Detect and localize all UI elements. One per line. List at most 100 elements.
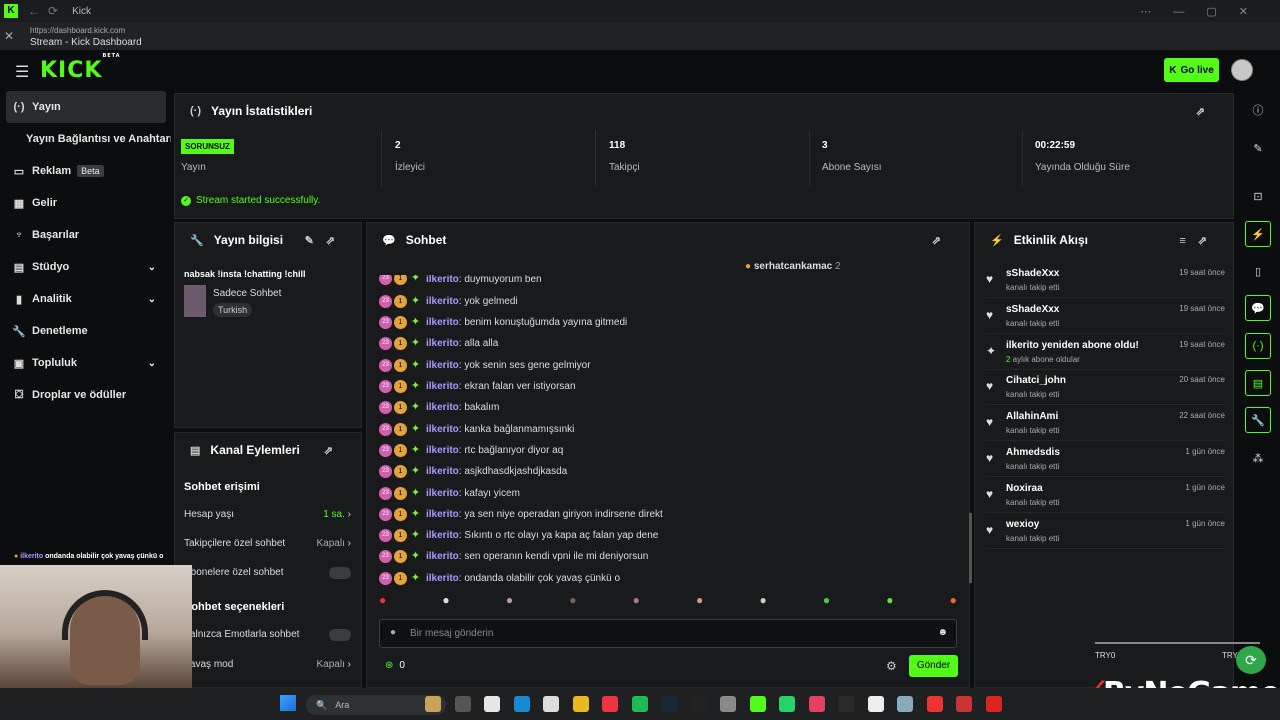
info-icon[interactable]: ⓘ [1245,97,1271,123]
app-icon[interactable] [484,696,500,712]
edit-icon[interactable]: ✎⇗ [305,234,347,247]
store-icon[interactable] [543,696,559,712]
broadcast-icon[interactable]: (·) [1245,333,1271,359]
chat-username[interactable]: ilkerito [426,275,459,285]
subscribers-chat-toggle[interactable] [329,567,351,579]
emote-icon[interactable]: ● [950,593,957,613]
emote-icon[interactable]: ● [569,593,576,613]
emote-icon[interactable]: ● [442,593,449,613]
chat-message[interactable]: 23 1 ✦ ilkerito: sen operanın kendi vpni il… [379,547,648,567]
avatar[interactable] [1231,59,1253,81]
chat-username[interactable]: ilkerito [426,338,459,349]
sidebar-item-basarilar[interactable]: ♆ Başarılar [6,219,166,251]
channel-points[interactable]: ⊛ 0 [385,660,405,671]
chat-username[interactable]: ilkerito [426,381,459,392]
obs-icon[interactable] [720,696,736,712]
chat-username[interactable]: ilkerito [426,317,459,328]
opera-icon[interactable] [985,696,1002,712]
chat-message[interactable]: 23 1 ✦ ilkerito: Sıkıntı o rtc olayı ya kap… [379,526,658,546]
windows-start-icon[interactable] [280,695,296,711]
capture-icon[interactable]: ⊡ [1245,183,1271,209]
followers-chat-value[interactable]: Kapalı › [317,538,351,549]
edge-icon[interactable] [513,696,530,712]
chat-username[interactable]: ilkerito [426,360,459,371]
spotify-icon[interactable] [631,696,648,712]
emoji-icon[interactable]: ☻ [937,627,948,638]
chat-scrollbar[interactable] [969,513,972,583]
kick-icon[interactable] [749,696,766,712]
chat-message[interactable]: 23 1 ✦ ilkerito: ekran falan ver istiyorsan [379,377,576,397]
event-user[interactable]: Ahmedsdis [1006,447,1060,458]
send-button[interactable]: Gönder [909,655,958,677]
steam-icon[interactable] [661,696,677,712]
emote-icon[interactable]: ● [759,593,766,613]
emote-icon[interactable]: ● [633,593,640,613]
emote-icon[interactable]: ● [379,593,386,613]
sidebar-item-denetleme[interactable]: 🔧 Denetleme [6,315,166,347]
settings-icon[interactable]: ⚙ [886,659,897,673]
close-icon[interactable]: ✕ [4,29,14,43]
chat-username[interactable]: ilkerito [426,509,459,520]
widget-icon[interactable] [425,696,441,712]
chat-username[interactable]: ilkerito [426,402,459,413]
app-icon[interactable] [897,696,913,712]
chat-message[interactable]: 23 1 ✦ ilkerito: rtc bağlanıyor diyor aq [379,440,563,460]
chat-message[interactable]: 23 1 ✦ ilkerito: yok senin ses gene gelmiyo… [379,355,591,375]
emote-only-toggle[interactable] [329,629,351,641]
chat-message[interactable]: 23 1 ✦ ilkerito: kanka bağlanmamışsınki [379,419,574,439]
edit-icon[interactable]: ✎ [1245,135,1271,161]
emote-icon[interactable]: ● [886,593,893,613]
chat-message[interactable]: 23 1 ✦ ilkerito: ya sen niye operadan giriy… [379,504,663,524]
chat-username[interactable]: ilkerito [426,424,459,435]
sidebar-item-analitik[interactable]: ▮ Analitik ⌄ [6,283,166,315]
instagram-icon[interactable] [808,696,825,712]
sidebar-item-topluluk[interactable]: ▣ Topluluk ⌄ [6,347,166,379]
event-user[interactable]: Cihatci_john [1006,375,1066,386]
event-user[interactable]: Noxiraa [1006,483,1043,494]
community-icon[interactable]: ⁂ [1245,445,1271,471]
sidebar-item-droplar[interactable]: ⛋ Droplar ve ödüller [6,379,166,411]
nav-buttons[interactable]: ←⟳ [28,4,66,18]
event-user[interactable]: AllahinAmi [1006,411,1058,422]
wrench-icon[interactable]: 🔧 [1245,407,1271,433]
category-name[interactable]: Sadece Sohbet [213,288,281,299]
epic-icon[interactable] [690,696,707,712]
app-icon[interactable] [926,696,943,712]
kick-logo[interactable]: KICKBETA [40,53,121,83]
sidebar-item-yayin[interactable]: (·) Yayın [6,91,166,123]
slow-mode-value[interactable]: Kapalı › [317,659,351,670]
event-user[interactable]: wexioy [1006,519,1039,530]
chat-username[interactable]: ilkerito [426,530,459,541]
sidebar-item-reklam[interactable]: ▭ Reklam Beta [6,155,166,187]
chat-input[interactable]: ● Bir mesaj gönderin ☻ [379,619,957,648]
chat-icon[interactable]: 💬 [1245,295,1271,321]
g-icon[interactable] [867,696,884,712]
sidebar-item-stream-key[interactable]: Yayın Bağlantısı ve Anahtarı [26,123,171,155]
event-user[interactable]: ilkerito yeniden abone oldu! [1006,340,1139,351]
lightning-icon[interactable]: ⚡ [1245,221,1271,247]
chrome-icon[interactable] [602,696,618,712]
chat-message[interactable]: 23 1 ✦ ilkerito: alla alla [379,334,498,354]
sidebar-item-gelir[interactable]: ▦ Gelir [6,187,166,219]
account-age-value[interactable]: 1 sa. › [323,509,351,520]
menu-icon[interactable]: ☰ [15,62,29,82]
chat-username[interactable]: ilkerito [426,573,459,584]
chat-username[interactable]: ilkerito [426,466,459,477]
event-user[interactable]: sShadeXxx [1006,304,1059,315]
channel-icon[interactable]: ▤ [1245,370,1271,396]
filter-icon[interactable]: ≡⇗ [1179,234,1219,247]
folder-icon[interactable] [572,696,589,712]
event-user[interactable]: sShadeXxx [1006,268,1059,279]
emote-icon[interactable]: ● [506,593,513,613]
chat-username[interactable]: ilkerito [426,551,459,562]
chat-message[interactable]: 23 1 ✦ ilkerito: bakalım [379,398,499,418]
url-text[interactable]: https://dashboard.kick.com [30,26,125,35]
emote-icon[interactable]: ● [696,593,703,613]
chat-username[interactable]: ilkerito [426,296,459,307]
nvidia-icon[interactable] [838,696,854,712]
chat-message[interactable]: 23 1 ✦ ilkerito: ondanda olabilir çok yavaş… [379,568,620,588]
chat-message[interactable]: 23 1 ✦ ilkerito: benim konuştuğumda yayına … [379,313,627,333]
chat-username[interactable]: ilkerito [426,445,459,456]
app-icon[interactable] [956,696,972,712]
popout-icon[interactable]: ⇗ [324,444,347,457]
